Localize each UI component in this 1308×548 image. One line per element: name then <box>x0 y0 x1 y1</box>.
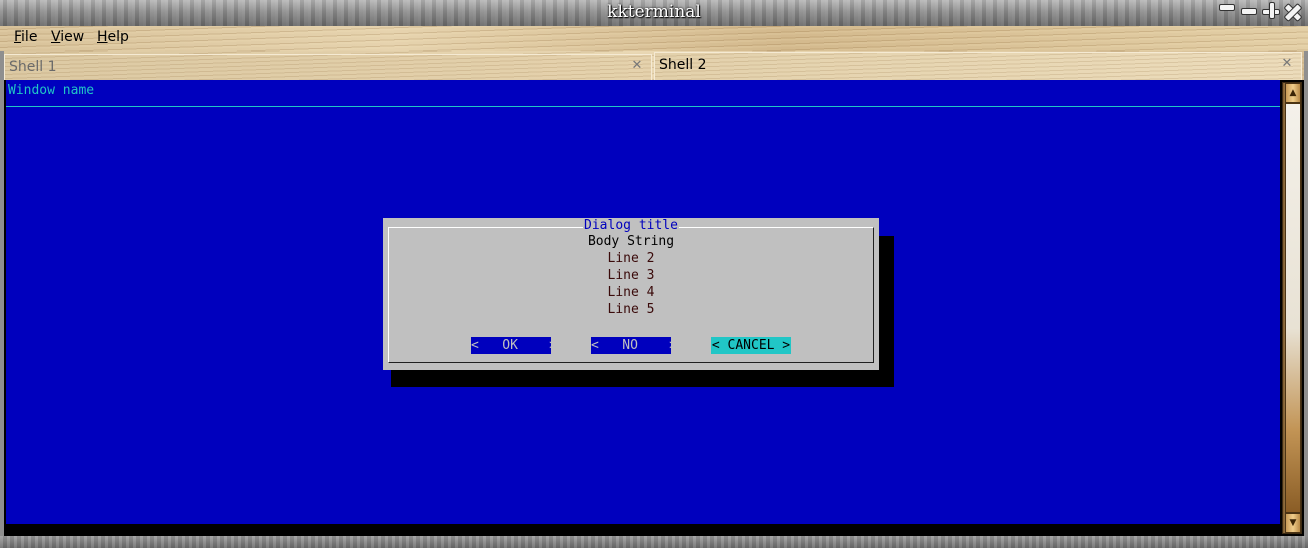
dialog-body: Body String <box>587 234 675 249</box>
dialog-line: Line 3 <box>607 268 655 283</box>
menu-help-mnemonic: H <box>97 29 108 45</box>
close-icon[interactable] <box>1282 0 1304 22</box>
tab-shell-2[interactable]: Shell 2 ✕ <box>654 52 1302 80</box>
scrollbar-thumb[interactable] <box>1285 103 1301 513</box>
ok-button[interactable]: < OK > <box>471 337 557 354</box>
tab-bar: Shell 1 ✕ Shell 2 ✕ <box>0 51 1308 80</box>
minimize-icon[interactable] <box>1216 0 1238 22</box>
shade-icon[interactable] <box>1238 0 1260 22</box>
close-icon[interactable]: ✕ <box>631 59 643 72</box>
close-icon[interactable]: ✕ <box>1281 57 1293 70</box>
right-frame <box>1304 51 1308 536</box>
window-name-label: Window name <box>8 83 95 98</box>
no-button[interactable]: < NO > <box>591 337 677 354</box>
menu-view[interactable]: View <box>51 29 84 45</box>
arrow-up-icon[interactable]: ▲ <box>1285 83 1301 103</box>
bottom-frame <box>0 536 1308 548</box>
dialog-title: Dialog title <box>383 218 879 233</box>
tab-label: Shell 1 <box>9 59 57 75</box>
vertical-scrollbar[interactable]: ▲ ▼ <box>1282 82 1302 534</box>
cancel-button[interactable]: < CANCEL > <box>711 337 791 354</box>
window-controls <box>1216 0 1304 24</box>
divider <box>6 106 1280 107</box>
tab-label: Shell 2 <box>659 57 707 73</box>
window-title: kkterminal <box>607 2 701 22</box>
menu-help[interactable]: Help <box>97 29 129 45</box>
menu-view-label: iew <box>60 29 85 45</box>
menu-file-label: ile <box>21 29 38 45</box>
dialog-line: Line 4 <box>607 285 655 300</box>
arrow-down-icon[interactable]: ▼ <box>1285 513 1301 533</box>
dialog-line: Line 5 <box>607 302 655 317</box>
menu-bar: File View Help <box>0 26 1308 51</box>
maximize-icon[interactable] <box>1260 0 1282 22</box>
tab-shell-1[interactable]: Shell 1 ✕ <box>4 54 652 80</box>
dialog-line: Line 2 <box>607 251 655 266</box>
menu-view-mnemonic: V <box>51 29 61 45</box>
dialog-title-text: Dialog title <box>583 218 679 233</box>
menu-help-label: elp <box>107 29 129 45</box>
dialog: Dialog title Body String Line 2 Line 3 L… <box>383 218 879 370</box>
title-bar[interactable]: kkterminal <box>0 0 1308 26</box>
menu-file-mnemonic: F <box>14 29 22 45</box>
menu-file[interactable]: File <box>14 29 37 45</box>
